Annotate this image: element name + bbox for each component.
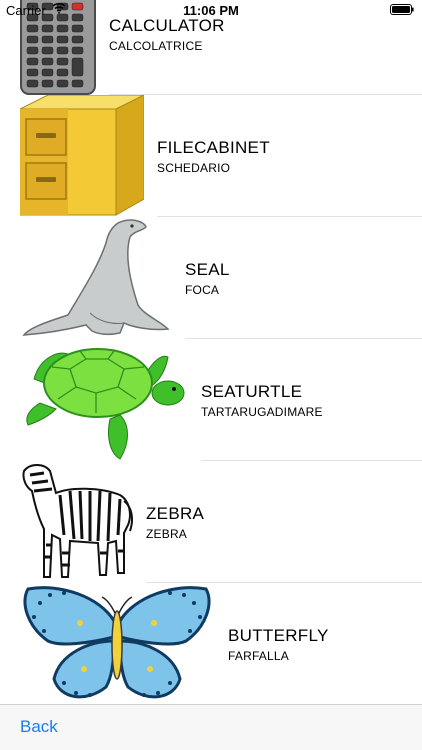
seaturtle-image — [26, 348, 185, 460]
item-title: FILECABINET — [157, 138, 270, 157]
item-subtitle: TARTARUGADIMARE — [201, 405, 323, 419]
app-screen: CALCULATOR CALCOLATRICE FILECABINET SCHE… — [0, 0, 422, 750]
item-title: ZEBRA — [146, 504, 205, 523]
item-subtitle: FOCA — [185, 283, 220, 297]
bottom-toolbar: Back — [0, 704, 422, 750]
status-time: 11:06 PM — [183, 3, 239, 18]
status-bar: Carrier 11:06 PM — [0, 0, 422, 22]
item-title: BUTTERFLY — [228, 626, 329, 645]
butterfly-image — [23, 586, 211, 699]
seal-image — [22, 219, 170, 336]
zebra-image — [22, 464, 133, 578]
item-title: SEATURTLE — [201, 382, 303, 401]
item-subtitle: ZEBRA — [146, 527, 188, 541]
battery-icon — [390, 4, 414, 15]
item-title: SEAL — [185, 260, 230, 279]
filecabinet-image — [20, 95, 144, 216]
back-button[interactable]: Back — [20, 717, 58, 737]
list-item-zebra[interactable]: ZEBRA ZEBRA — [0, 461, 422, 583]
item-subtitle: SCHEDARIO — [157, 161, 231, 175]
list-item-filecabinet[interactable]: FILECABINET SCHEDARIO — [0, 95, 422, 217]
list-item-seaturtle[interactable]: SEATURTLE TARTARUGADIMARE — [0, 339, 422, 461]
list-item-butterfly[interactable]: BUTTERFLY FARFALLA — [0, 583, 422, 705]
list-item-seal[interactable]: SEAL FOCA — [0, 217, 422, 339]
item-subtitle: CALCOLATRICE — [109, 39, 203, 53]
item-subtitle: FARFALLA — [228, 649, 289, 663]
